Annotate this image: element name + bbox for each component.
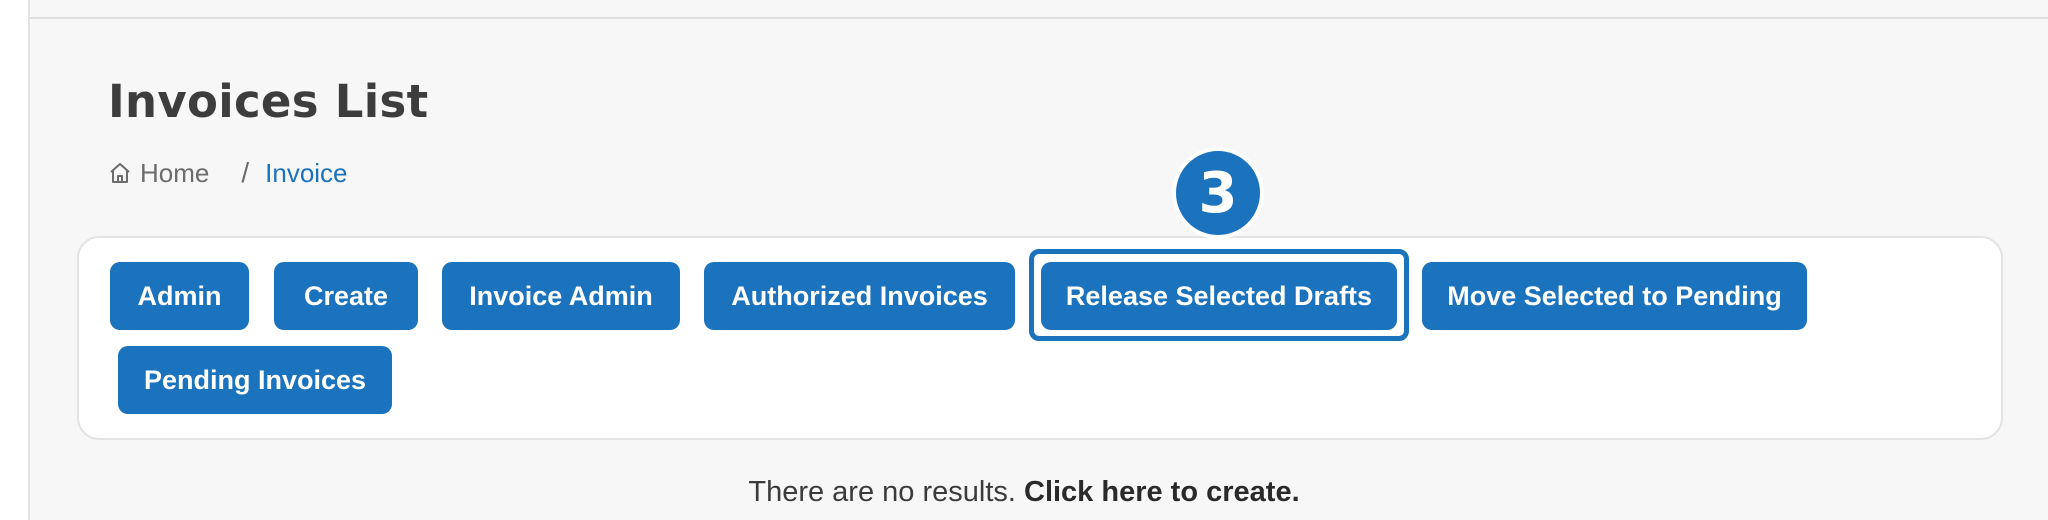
empty-state-message: There are no results. Click here to crea… [0, 476, 2048, 509]
step-number-badge: 3 [1172, 147, 1264, 239]
step-highlight-box [1029, 249, 1409, 341]
breadcrumb: Home / Invoice [108, 157, 348, 189]
home-icon [108, 161, 132, 185]
empty-state-text: There are no results. [748, 476, 1016, 508]
page-title: Invoices List [108, 75, 429, 128]
create-button[interactable]: Create [274, 262, 418, 330]
breadcrumb-separator: / [241, 157, 250, 188]
breadcrumb-home-link[interactable]: Home [108, 158, 209, 189]
pending-invoices-button[interactable]: Pending Invoices [118, 346, 392, 414]
breadcrumb-home-label: Home [140, 157, 210, 188]
breadcrumb-current: Invoice [265, 157, 348, 188]
create-link[interactable]: Click here to create. [1024, 476, 1300, 508]
authorized-invoices-button[interactable]: Authorized Invoices [704, 262, 1015, 330]
invoice-admin-button[interactable]: Invoice Admin [442, 262, 680, 330]
move-selected-to-pending-button[interactable]: Move Selected to Pending [1422, 262, 1807, 330]
top-header-bar [30, 0, 2048, 19]
left-sidebar-rail [0, 0, 30, 520]
admin-button[interactable]: Admin [110, 262, 249, 330]
